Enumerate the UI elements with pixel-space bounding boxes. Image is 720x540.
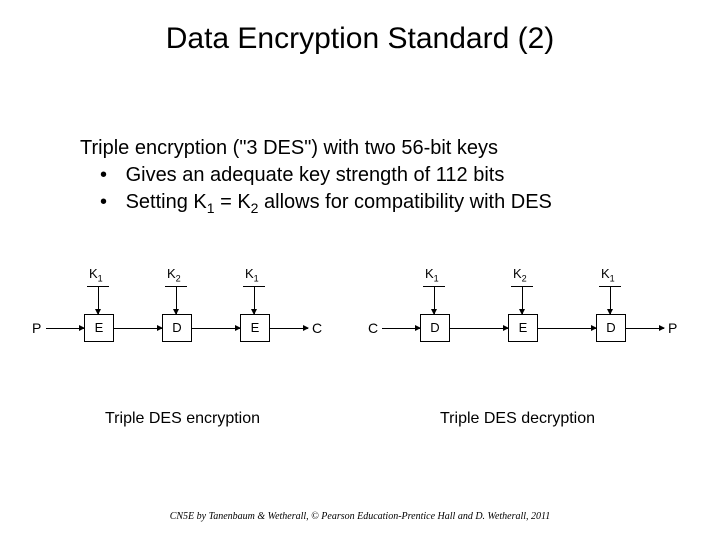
- subscript: 1: [207, 200, 215, 216]
- key-label: K2: [513, 266, 527, 284]
- key-label: K1: [425, 266, 439, 284]
- arrow-icon: [434, 286, 435, 314]
- arrow-icon: [192, 328, 240, 329]
- c-label: C: [368, 320, 378, 336]
- key-label: K2: [167, 266, 181, 284]
- arrow-icon: [114, 328, 162, 329]
- p-label: P: [668, 320, 677, 336]
- decryption-caption: Triple DES decryption: [440, 410, 595, 428]
- bullet-list: Gives an adequate key strength of 112 bi…: [80, 162, 680, 218]
- encryption-caption: Triple DES encryption: [105, 410, 260, 428]
- key-label: K1: [601, 266, 615, 284]
- e-box: E: [240, 314, 270, 342]
- arrow-icon: [46, 328, 84, 329]
- arrow-icon: [450, 328, 508, 329]
- d-box: D: [596, 314, 626, 342]
- e-box: E: [84, 314, 114, 342]
- d-box: D: [420, 314, 450, 342]
- footer-credit: CN5E by Tanenbaum & Wetherall, © Pearson…: [0, 511, 720, 522]
- c-label: C: [312, 320, 322, 336]
- arrow-icon: [98, 286, 99, 314]
- arrow-icon: [522, 286, 523, 314]
- bullet-text: allows for compatibility with DES: [258, 191, 551, 213]
- arrow-icon: [626, 328, 664, 329]
- list-item: Gives an adequate key strength of 112 bi…: [110, 162, 680, 189]
- intro-line: Triple encryption ("3 DES") with two 56-…: [80, 135, 680, 162]
- arrow-icon: [382, 328, 420, 329]
- encryption-diagram: P K1 E K2 D K1 E C: [32, 260, 352, 380]
- arrow-icon: [610, 286, 611, 314]
- slide: Data Encryption Standard (2) Triple encr…: [0, 0, 720, 540]
- body-text: Triple encryption ("3 DES") with two 56-…: [80, 135, 680, 218]
- bullet-text: Setting K: [126, 191, 207, 213]
- arrow-icon: [254, 286, 255, 314]
- key-label: K1: [89, 266, 103, 284]
- arrow-icon: [270, 328, 308, 329]
- arrow-icon: [176, 286, 177, 314]
- decryption-diagram: C K1 D K2 E K1 D P: [368, 260, 698, 380]
- key-label: K1: [245, 266, 259, 284]
- list-item: Setting K1 = K2 allows for compatibility…: [110, 189, 680, 218]
- slide-title: Data Encryption Standard (2): [0, 0, 720, 56]
- d-box: D: [162, 314, 192, 342]
- diagrams-area: P K1 E K2 D K1 E C C: [0, 260, 720, 420]
- bullet-text: = K: [215, 191, 251, 213]
- p-label: P: [32, 320, 41, 336]
- arrow-icon: [538, 328, 596, 329]
- bullet-text: Gives an adequate key strength of 112 bi…: [126, 164, 505, 186]
- e-box: E: [508, 314, 538, 342]
